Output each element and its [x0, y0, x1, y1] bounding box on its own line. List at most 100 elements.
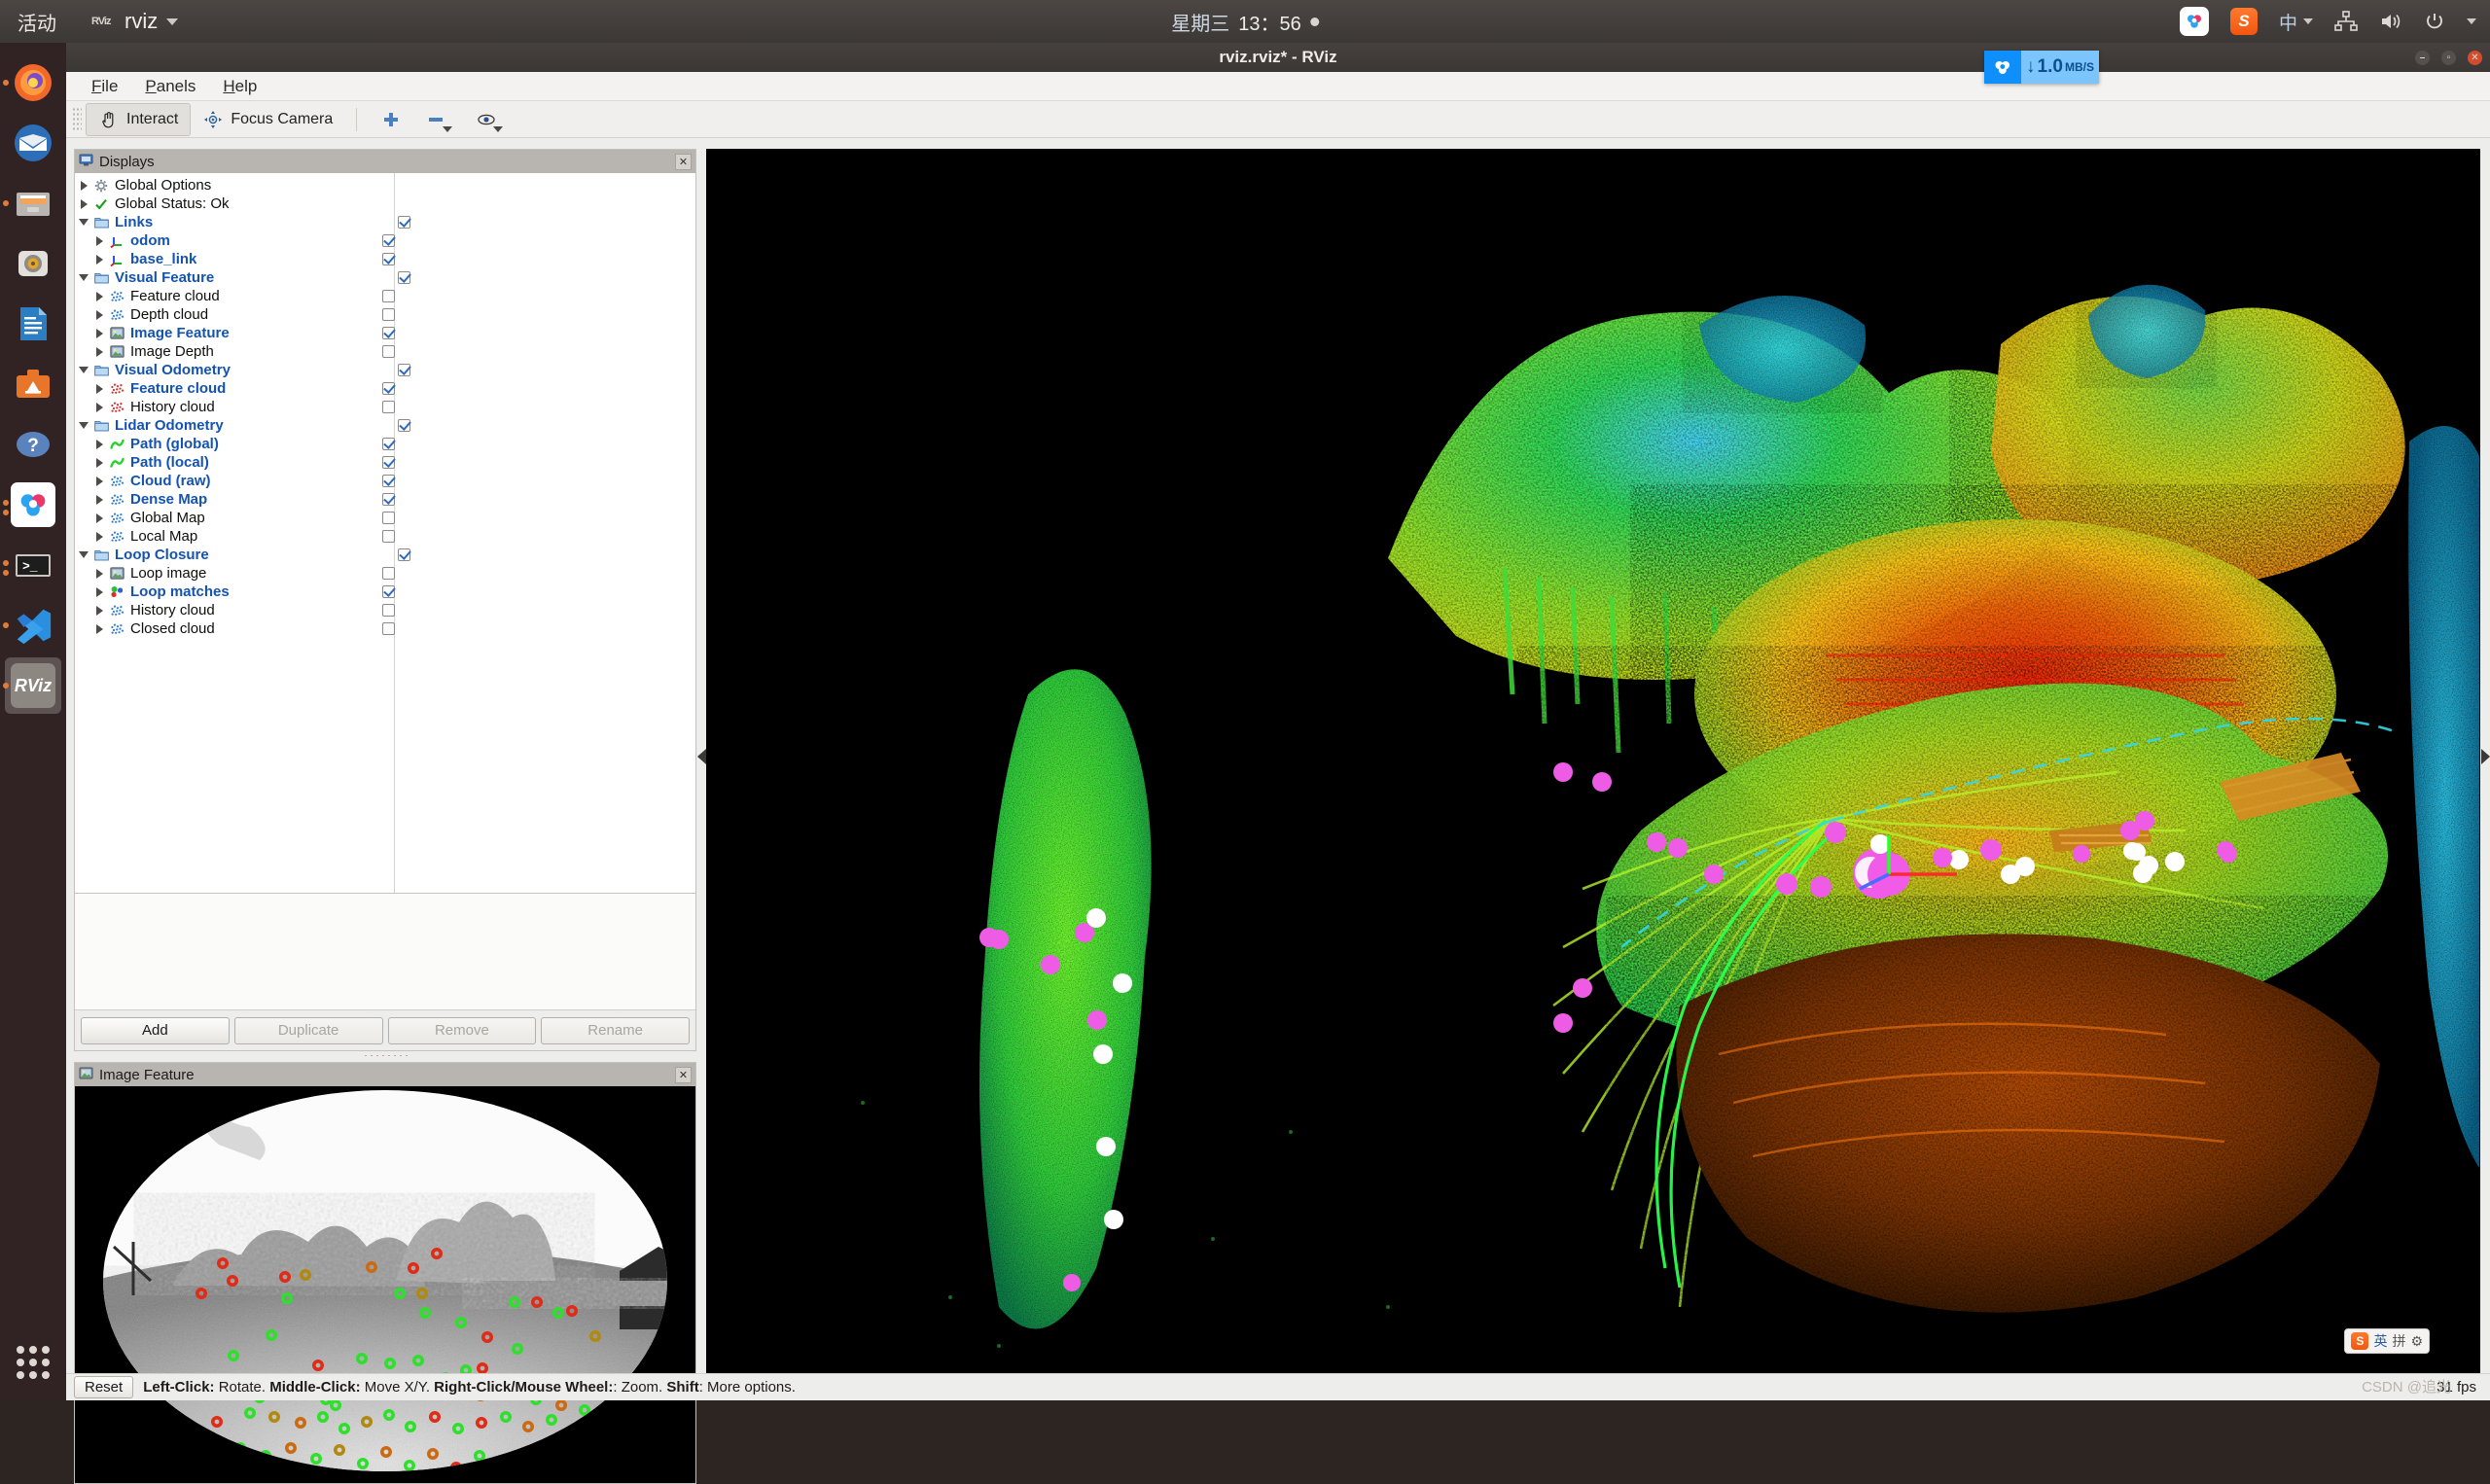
launcher-item-files[interactable] — [0, 173, 66, 233]
launcher-item-libreoffice-writer[interactable] — [0, 294, 66, 354]
display-tree-item[interactable]: Feature cloud — [75, 379, 695, 398]
menu-help[interactable]: Help — [209, 74, 270, 99]
chevron-right-icon[interactable] — [92, 439, 106, 449]
display-tree-item[interactable]: Local Map — [75, 527, 695, 546]
chevron-down-icon[interactable] — [77, 551, 90, 558]
chevron-right-icon[interactable] — [92, 346, 106, 357]
chevron-right-icon[interactable] — [92, 291, 106, 301]
minimize-button[interactable]: – — [2415, 50, 2430, 65]
launcher-item-firefox[interactable] — [0, 53, 66, 113]
display-enable-checkbox[interactable] — [382, 253, 395, 265]
ime-mode-label[interactable]: 英 — [2373, 1331, 2387, 1351]
display-tree-item[interactable]: Feature cloud — [75, 287, 695, 305]
display-enable-checkbox[interactable] — [382, 290, 395, 302]
chevron-down-icon[interactable] — [493, 125, 504, 132]
close-icon[interactable]: ✕ — [675, 1066, 692, 1083]
sogou-input-tray-icon[interactable]: S — [2229, 8, 2258, 35]
display-tree-item[interactable]: Lidar Odometry — [75, 416, 695, 435]
display-enable-checkbox[interactable] — [382, 382, 395, 395]
display-enable-checkbox[interactable] — [382, 308, 395, 321]
display-enable-checkbox[interactable] — [382, 234, 395, 247]
display-tree-item[interactable]: Visual Odometry — [75, 361, 695, 379]
display-enable-checkbox[interactable] — [382, 585, 395, 598]
gear-icon[interactable]: ⚙ — [2410, 1333, 2423, 1350]
display-tree-item[interactable]: History cloud — [75, 398, 695, 416]
show-applications-button[interactable] — [0, 1346, 66, 1379]
chevron-down-icon[interactable] — [77, 274, 90, 281]
displays-panel-header[interactable]: Displays ✕ — [75, 150, 695, 173]
launcher-item-ubuntu-software[interactable] — [0, 354, 66, 414]
display-enable-checkbox[interactable] — [398, 271, 410, 284]
chevron-right-icon[interactable] — [92, 402, 106, 412]
chevron-right-icon[interactable] — [92, 494, 106, 505]
chevron-right-icon[interactable] — [92, 568, 106, 579]
ime-pinyin-label[interactable]: 拼 — [2392, 1331, 2405, 1351]
image-feature-panel-header[interactable]: Image Feature ✕ — [75, 1063, 695, 1086]
chevron-right-icon[interactable] — [92, 586, 106, 597]
focus-camera-tool-button[interactable]: Focus Camera — [191, 104, 344, 135]
display-tree-item[interactable]: Dense Map — [75, 490, 695, 509]
launcher-item-thunderbird[interactable] — [0, 113, 66, 173]
view-tool-button[interactable] — [464, 104, 515, 135]
chevron-down-icon[interactable] — [77, 367, 90, 373]
interact-tool-button[interactable]: Interact — [86, 102, 192, 136]
reset-button[interactable]: Reset — [74, 1376, 134, 1398]
right-panel-expand-handle[interactable] — [2480, 139, 2490, 1373]
power-icon[interactable] — [2424, 11, 2445, 32]
chevron-right-icon[interactable] — [92, 531, 106, 542]
launcher-item-terminal[interactable]: >_ — [0, 535, 66, 595]
baidu-netspeed-widget[interactable]: ↓ 1.0 MB/S — [1984, 51, 2099, 84]
display-enable-checkbox[interactable] — [382, 512, 395, 524]
chevron-right-icon[interactable] — [92, 254, 106, 265]
chevron-down-icon[interactable] — [166, 18, 179, 25]
display-tree-item[interactable]: Global Options — [75, 176, 695, 194]
display-tree-item[interactable]: Depth cloud — [75, 305, 695, 324]
display-tree-item[interactable]: Path (local) — [75, 453, 695, 472]
display-enable-checkbox[interactable] — [398, 419, 410, 432]
display-enable-checkbox[interactable] — [382, 456, 395, 469]
display-tree-item[interactable]: Links — [75, 213, 695, 231]
volume-icon[interactable] — [2379, 11, 2402, 32]
left-panel-collapse-handle[interactable] — [696, 139, 706, 1373]
display-tree-item[interactable]: Cloud (raw) — [75, 472, 695, 490]
3d-render-view[interactable] — [706, 149, 2480, 1394]
display-tree-item[interactable]: Path (global) — [75, 435, 695, 453]
chevron-right-icon[interactable] — [92, 623, 106, 634]
baidu-netdisk-tray-icon[interactable] — [2179, 7, 2209, 36]
clock[interactable]: 星期三 13：56 — [1171, 8, 1319, 36]
display-enable-checkbox[interactable] — [382, 438, 395, 450]
launcher-item-rhythmbox[interactable] — [0, 233, 66, 294]
close-icon[interactable]: ✕ — [675, 153, 692, 170]
menu-file[interactable]: File — [78, 74, 131, 99]
display-tree-item[interactable]: base_link — [75, 250, 695, 268]
close-button[interactable]: ✕ — [2468, 50, 2482, 65]
display-enable-checkbox[interactable] — [382, 530, 395, 543]
topbar-app-name[interactable]: rviz — [124, 9, 158, 34]
chevron-down-icon[interactable] — [77, 422, 90, 429]
display-tree-item[interactable]: Closed cloud — [75, 619, 695, 638]
add-display-button[interactable]: Add — [81, 1016, 230, 1044]
display-enable-checkbox[interactable] — [382, 567, 395, 580]
chevron-right-icon[interactable] — [92, 457, 106, 468]
display-enable-checkbox[interactable] — [398, 216, 410, 229]
maximize-button[interactable]: ▫ — [2441, 50, 2456, 65]
display-tree-item[interactable]: Loop Closure — [75, 546, 695, 564]
chevron-right-icon[interactable] — [92, 512, 106, 523]
display-tree-item[interactable]: Loop matches — [75, 583, 695, 601]
chevron-down-icon[interactable] — [443, 125, 453, 132]
display-tree-item[interactable]: Image Feature — [75, 324, 695, 342]
remove-tool-button[interactable] — [413, 104, 464, 135]
display-tree-item[interactable]: Loop image — [75, 564, 695, 583]
display-enable-checkbox[interactable] — [398, 364, 410, 376]
display-enable-checkbox[interactable] — [398, 548, 410, 561]
launcher-item-help[interactable]: ? — [0, 414, 66, 475]
display-enable-checkbox[interactable] — [382, 327, 395, 339]
display-tree-item[interactable]: Global Map — [75, 509, 695, 527]
chevron-right-icon[interactable] — [92, 235, 106, 246]
chevron-right-icon[interactable] — [77, 198, 90, 209]
chevron-right-icon[interactable] — [92, 328, 106, 338]
chevron-down-icon[interactable] — [77, 219, 90, 226]
network-icon[interactable] — [2334, 11, 2358, 32]
chevron-right-icon[interactable] — [77, 180, 90, 191]
display-tree-item[interactable]: Image Depth — [75, 342, 695, 361]
